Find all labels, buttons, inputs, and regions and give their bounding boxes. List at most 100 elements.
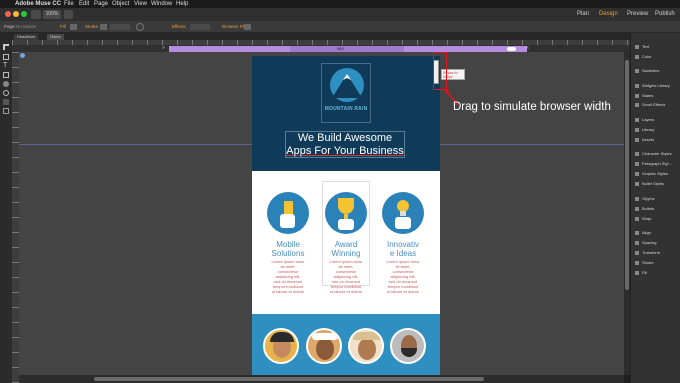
wrap-panel-icon — [635, 216, 639, 221]
rectangle-tool-icon[interactable] — [3, 72, 9, 78]
view-mode-icon[interactable] — [64, 10, 73, 19]
panel-paragraph-styles[interactable]: Paragraph Styl... — [635, 161, 672, 166]
team-avatar-3[interactable] — [348, 328, 384, 364]
text-tool-icon[interactable]: T — [3, 62, 7, 69]
panel-align[interactable]: Align — [635, 230, 651, 235]
mode-preview[interactable]: Preview — [627, 11, 648, 17]
fill-swatch[interactable] — [70, 24, 77, 30]
stroke-swatch[interactable] — [100, 24, 107, 30]
muse-logo-icon — [31, 10, 41, 19]
vertical-scroll-thumb[interactable] — [625, 60, 629, 290]
panel-stroke[interactable]: Stroke — [635, 260, 654, 265]
effects-field[interactable] — [190, 24, 210, 30]
feature-2-title-line-1: Award — [334, 240, 358, 249]
stroke-width-field[interactable] — [110, 24, 130, 30]
panel-swatches[interactable]: Swatches — [635, 68, 659, 73]
zoom-tool-icon[interactable] — [3, 90, 9, 96]
mode-publish[interactable]: Publish — [655, 11, 675, 17]
browser-fill-swatch[interactable] — [244, 24, 251, 30]
hair-shape — [270, 332, 294, 342]
scroll-effects-panel-icon — [635, 102, 639, 107]
panels-dock: Text Color Swatches Widgets Library Stat… — [630, 33, 680, 383]
mode-design[interactable]: Design — [599, 11, 618, 17]
menu-page[interactable]: Page — [94, 0, 108, 8]
panel-graphic-styles[interactable]: Graphic Styles — [635, 171, 668, 176]
transform-panel-icon — [635, 250, 639, 255]
spacing-panel-icon — [635, 240, 639, 245]
stroke-panel-icon — [635, 260, 639, 265]
page-preview[interactable]: MOUNTAIN RAIN We Build Awesome Apps For … — [252, 56, 440, 375]
panel-color[interactable]: Color — [635, 54, 652, 59]
panel-bullet-styles[interactable]: Bullet Styles — [635, 181, 664, 186]
team-avatar-1[interactable] — [263, 328, 299, 364]
panel-text[interactable]: Text — [635, 44, 649, 49]
breakpoint-right-arrow-icon[interactable]: « — [526, 46, 529, 51]
rotation-dial-icon[interactable] — [136, 23, 144, 31]
panel-transform[interactable]: Transform — [635, 250, 660, 255]
selection-tool-icon[interactable] — [3, 44, 9, 50]
menu-window[interactable]: Window — [151, 0, 172, 8]
breakpoint-left-arrow-icon[interactable]: » — [162, 46, 167, 51]
stroke-label[interactable]: Stroke — [85, 24, 98, 29]
vertical-ruler — [12, 52, 19, 383]
library-panel-icon — [635, 127, 639, 132]
panel-assets[interactable]: Assets — [635, 137, 654, 142]
panel-fill[interactable]: Fill — [635, 270, 647, 275]
menu-object[interactable]: Object — [112, 0, 129, 8]
swap-colors-icon[interactable] — [3, 108, 9, 114]
logo-frame[interactable]: MOUNTAIN RAIN — [321, 63, 371, 123]
design-canvas[interactable]: MOUNTAIN RAIN We Build Awesome Apps For … — [19, 52, 624, 375]
headline-box[interactable]: We Build Awesome Apps For Your Business — [285, 131, 405, 158]
minimize-window-button[interactable] — [13, 11, 19, 17]
feature-2-title-line-2: Winning — [331, 249, 361, 258]
panel-bullets[interactable]: Bullets — [635, 206, 654, 211]
menu-edit[interactable]: Edit — [79, 0, 89, 8]
graphic-styles-panel-icon — [635, 171, 639, 176]
tools-panel: T — [0, 40, 12, 383]
swatches-panel-icon — [635, 68, 639, 73]
panel-widgets-library[interactable]: Widgets Library — [635, 83, 670, 88]
feature-1-title-line-1: Mobile — [276, 240, 300, 249]
color-panel-icon — [635, 54, 639, 59]
breakpoint-toggle[interactable] — [507, 47, 516, 51]
close-window-button[interactable] — [5, 11, 11, 17]
team-avatar-2[interactable] — [306, 328, 342, 364]
page-master-value[interactable]: No Master — [16, 24, 37, 29]
fill-label[interactable]: Fill — [60, 24, 66, 29]
fill-panel-icon — [635, 270, 639, 275]
menu-help[interactable]: Help — [176, 0, 188, 8]
lorem-line: ut labore et dolore — [386, 289, 420, 294]
bullets-panel-icon — [635, 206, 639, 211]
phone-hand-icon — [267, 192, 309, 234]
app-name[interactable]: Adobe Muse CC — [15, 0, 61, 8]
anchor-marker[interactable] — [20, 53, 25, 58]
panel-scroll-effects[interactable]: Scroll Effects — [635, 102, 665, 107]
zoom-window-button[interactable] — [21, 11, 27, 17]
effects-label[interactable]: Effects — [172, 24, 186, 29]
horizontal-scroll-thumb[interactable] — [94, 377, 484, 381]
team-avatar-4[interactable] — [390, 328, 426, 364]
menu-view[interactable]: View — [134, 0, 147, 8]
hat-shape — [353, 332, 381, 340]
panel-character-styles[interactable]: Character Styles — [635, 151, 672, 156]
color-tool-icon[interactable] — [3, 99, 9, 105]
layers-panel-icon — [635, 117, 639, 122]
headline-line-2: Apps For Your Business — [286, 145, 404, 157]
zoom-select[interactable]: 100% — [43, 10, 61, 19]
browser-fill-label[interactable]: Browser Fill — [222, 24, 246, 29]
panel-layers[interactable]: Layers — [635, 117, 654, 122]
panel-wrap[interactable]: Wrap — [635, 216, 651, 221]
crop-tool-icon[interactable] — [3, 54, 9, 60]
panel-library[interactable]: Library — [635, 127, 654, 132]
panel-glyphs[interactable]: Glyphs — [635, 196, 654, 201]
horizontal-scrollbar[interactable] — [19, 375, 624, 383]
hand-tool-icon[interactable] — [3, 81, 9, 87]
align-panel-icon — [635, 230, 639, 235]
face-shape — [316, 338, 334, 360]
assets-panel-icon — [635, 137, 639, 142]
character-styles-panel-icon — [635, 151, 639, 156]
panel-states[interactable]: States — [635, 93, 653, 98]
mode-plan[interactable]: Plan — [577, 11, 589, 17]
menu-file[interactable]: File — [64, 0, 74, 8]
panel-spacing[interactable]: Spacing — [635, 240, 656, 245]
